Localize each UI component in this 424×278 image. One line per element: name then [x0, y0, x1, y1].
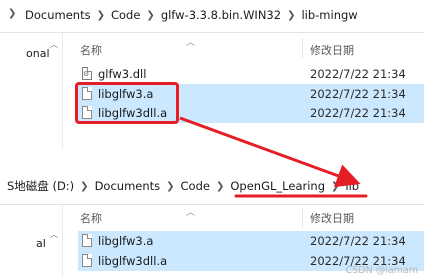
- chevron-right-icon: ❯: [80, 180, 89, 192]
- file-icon: [82, 234, 92, 247]
- nav-item-label[interactable]: onal: [26, 47, 50, 60]
- navigation-pane: onal ︿: [0, 33, 63, 150]
- chevron-up-icon[interactable]: ︿: [50, 229, 58, 240]
- address-bar[interactable]: ❯ Documents ❯ Code ❯ glfw-3.3.8.bin.WIN3…: [0, 0, 424, 33]
- file-date: 2022/7/22 21:34: [310, 106, 406, 120]
- column-divider: [302, 208, 303, 228]
- file-name: glfw3.dll: [98, 67, 147, 81]
- column-name[interactable]: 名称: [80, 42, 102, 58]
- chevron-right-icon: ❯: [287, 9, 296, 21]
- breadcrumb-code[interactable]: Code: [180, 179, 211, 193]
- breadcrumb-code[interactable]: Code: [110, 8, 141, 22]
- breadcrumb: S地磁盘 (D:) ❯ Documents ❯ Code ❯ OpenGL_Le…: [6, 178, 360, 194]
- file-date: 2022/7/22 21:34: [310, 87, 406, 101]
- column-name[interactable]: 名称: [80, 210, 102, 226]
- breadcrumb-glfw[interactable]: glfw-3.3.8.bin.WIN32: [160, 8, 282, 22]
- chevron-right-icon: ❯: [215, 180, 225, 192]
- column-header: ︿ 名称 修改日期: [62, 204, 424, 230]
- file-name: libglfw3dll.a: [98, 254, 168, 268]
- breadcrumb-opengl-learing[interactable]: OpenGL_Learing: [229, 179, 326, 193]
- dll-settings-icon: [82, 67, 92, 80]
- breadcrumb-lib-mingw[interactable]: lib-mingw: [300, 8, 358, 22]
- highlight-box: [75, 82, 179, 124]
- column-modified[interactable]: 修改日期: [310, 42, 354, 58]
- breadcrumb-drive[interactable]: S地磁盘 (D:): [6, 178, 75, 194]
- sort-up-icon: ︿: [186, 208, 196, 218]
- chevron-up-icon[interactable]: ︿: [50, 39, 58, 50]
- chevron-right-icon: ❯: [166, 180, 175, 192]
- file-row[interactable]: libglfw3.a 2022/7/22 21:34: [78, 231, 424, 251]
- file-date: 2022/7/22 21:34: [310, 67, 406, 81]
- breadcrumb-documents[interactable]: Documents: [24, 8, 92, 22]
- address-bar[interactable]: S地磁盘 (D:) ❯ Documents ❯ Code ❯ OpenGL_Le…: [0, 164, 424, 205]
- chevron-right-icon: ❯: [331, 180, 340, 192]
- column-header: ︿ 名称 修改日期: [62, 34, 424, 60]
- file-date: 2022/7/22 21:34: [310, 234, 406, 248]
- column-modified[interactable]: 修改日期: [310, 210, 354, 226]
- breadcrumb-documents[interactable]: Documents: [94, 179, 162, 193]
- divider: [0, 150, 424, 164]
- explorer-window-destination: S地磁盘 (D:) ❯ Documents ❯ Code ❯ OpenGL_Le…: [0, 164, 424, 278]
- explorer-window-source: ❯ Documents ❯ Code ❯ glfw-3.3.8.bin.WIN3…: [0, 0, 424, 150]
- column-divider: [302, 38, 303, 58]
- sort-up-icon: ︿: [186, 38, 196, 48]
- chevron-right-icon: ❯: [8, 8, 17, 19]
- breadcrumb: Documents ❯ Code ❯ glfw-3.3.8.bin.WIN32 …: [24, 8, 359, 22]
- chevron-right-icon: ❯: [146, 9, 155, 21]
- nav-item-label[interactable]: al: [36, 237, 46, 250]
- file-icon: [82, 254, 92, 267]
- file-name: libglfw3.a: [98, 234, 154, 248]
- chevron-right-icon: ❯: [96, 9, 105, 21]
- breadcrumb-lib[interactable]: lib: [344, 179, 360, 193]
- file-row[interactable]: glfw3.dll 2022/7/22 21:34: [78, 64, 424, 84]
- navigation-pane: al ︿: [0, 205, 63, 278]
- watermark: CSDN @iamam: [345, 265, 418, 276]
